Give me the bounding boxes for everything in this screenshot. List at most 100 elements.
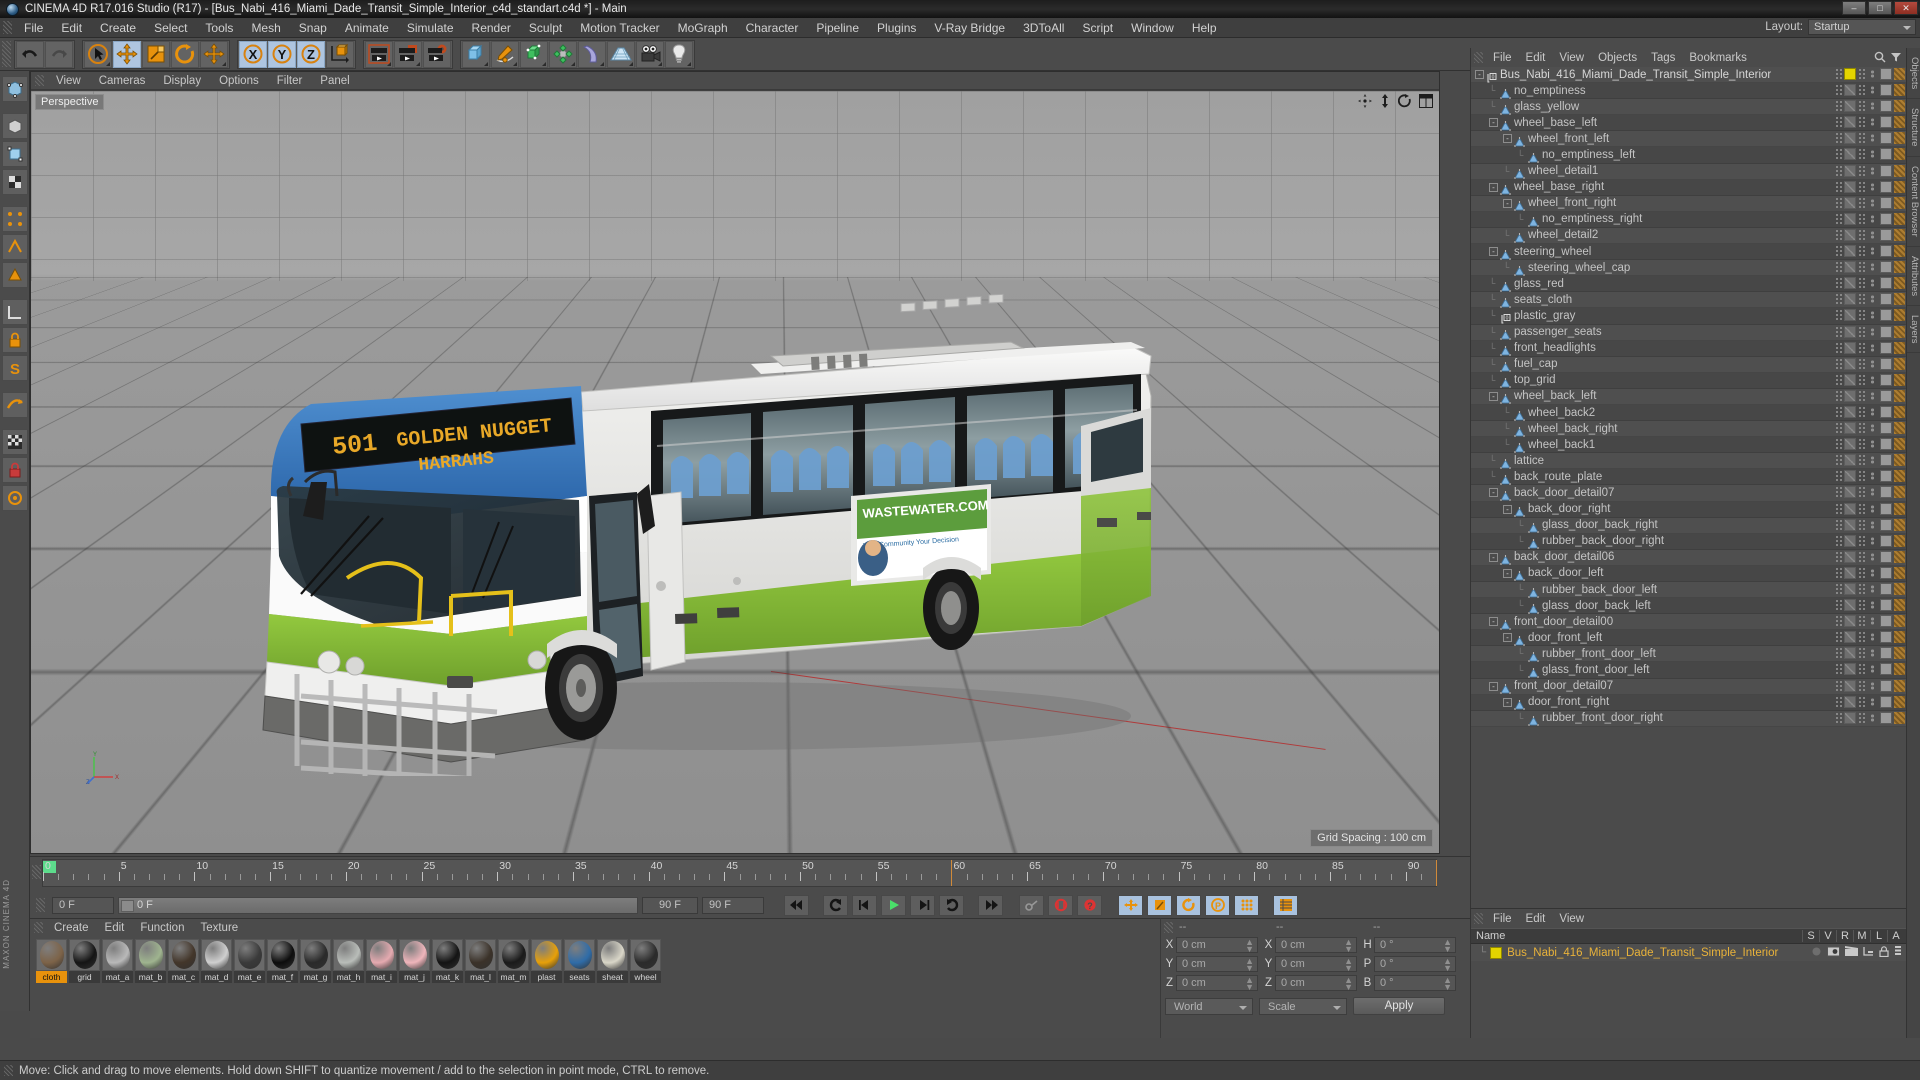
material-preview[interactable]: [234, 939, 265, 971]
object-tree-row[interactable]: - wheel_base_right: [1471, 179, 1907, 196]
layer-color-cell[interactable]: [1894, 164, 1905, 177]
object-manager-menu-file[interactable]: File: [1486, 52, 1519, 64]
tag-dots-icon[interactable]: [1858, 341, 1865, 354]
material-tag-icon[interactable]: [1844, 68, 1856, 80]
preview-end-field[interactable]: 90 F: [702, 896, 764, 914]
layer-color-cell[interactable]: [1894, 454, 1905, 467]
column-header-l[interactable]: L: [1870, 930, 1887, 942]
tag-dots-icon[interactable]: [1835, 518, 1842, 531]
tag-dots-icon[interactable]: [1835, 68, 1842, 80]
snap-button[interactable]: S: [2, 355, 28, 381]
position-z-input[interactable]: 0 cm ▲ ▼: [1176, 975, 1258, 992]
texture-tag-icon[interactable]: [1880, 196, 1892, 209]
material-tag-icon[interactable]: [1844, 438, 1856, 451]
move-duplicate-button[interactable]: [200, 40, 228, 68]
tree-expander[interactable]: -: [1489, 182, 1498, 192]
tag-dots-icon[interactable]: [1835, 357, 1842, 370]
visibility-dot-editor[interactable]: [1867, 100, 1878, 113]
tree-expander[interactable]: -: [1503, 198, 1512, 208]
layer-color-cell[interactable]: [1894, 389, 1905, 402]
material-item[interactable]: mat_a: [102, 939, 133, 983]
tag-dots-icon[interactable]: [1858, 196, 1865, 209]
tree-expander[interactable]: -: [1503, 134, 1512, 144]
material-tag-icon[interactable]: [1844, 196, 1856, 209]
material-tag-icon[interactable]: [1844, 679, 1856, 692]
tag-dots-icon[interactable]: [1858, 502, 1865, 515]
filter-icon[interactable]: [1890, 50, 1902, 68]
object-tree-row[interactable]: └ wheel_back2: [1471, 404, 1907, 422]
layer-color-cell[interactable]: [1894, 261, 1905, 274]
go-to-start-button[interactable]: [784, 894, 809, 916]
material-tag-icon[interactable]: [1844, 615, 1856, 628]
layer-color-cell[interactable]: [1894, 180, 1905, 193]
layer-color-cell[interactable]: [1894, 679, 1905, 692]
tag-dots-icon[interactable]: [1835, 373, 1842, 386]
material-tag-icon[interactable]: [1844, 405, 1856, 418]
tree-expander[interactable]: -: [1489, 488, 1498, 498]
object-tree-row[interactable]: - wheel_back_left: [1471, 388, 1907, 405]
autokeying-button[interactable]: [1019, 894, 1044, 916]
tag-dots-icon[interactable]: [1858, 422, 1865, 435]
tree-expander[interactable]: -: [1489, 391, 1498, 401]
search-icon[interactable]: [1874, 50, 1886, 68]
tag-dots-icon[interactable]: [1835, 277, 1842, 290]
object-tree-row[interactable]: └ no_emptiness: [1471, 83, 1907, 100]
visibility-dot-editor[interactable]: [1867, 663, 1878, 676]
layer-color-cell[interactable]: [1894, 277, 1905, 290]
layer-color-cell[interactable]: [1894, 599, 1905, 612]
material-tag-icon[interactable]: [1844, 325, 1856, 338]
tag-dots-icon[interactable]: [1835, 470, 1842, 483]
layer-color-cell[interactable]: [1894, 663, 1905, 676]
current-frame-field[interactable]: 0 F: [52, 896, 114, 914]
texture-tag-icon[interactable]: [1880, 518, 1892, 531]
material-tag-icon[interactable]: [1844, 454, 1856, 467]
visibility-dot-editor[interactable]: [1867, 389, 1878, 402]
right-tab-attributes[interactable]: Attributes: [1907, 247, 1920, 306]
camera-button[interactable]: [636, 40, 664, 68]
object-tree-row[interactable]: - back_door_right: [1471, 501, 1907, 518]
object-list-row[interactable]: └ Bus_Nabi_416_Miami_Dade_Transit_Simple…: [1471, 944, 1906, 961]
world-object-axis-button[interactable]: [326, 40, 354, 68]
point-mode-button[interactable]: [2, 206, 28, 232]
texture-tag-icon[interactable]: [1880, 534, 1892, 547]
menu-file[interactable]: File: [15, 18, 52, 38]
texture-tag-icon[interactable]: [1880, 261, 1892, 274]
layer-color-cell[interactable]: [1894, 502, 1905, 515]
menu-simulate[interactable]: Simulate: [398, 18, 463, 38]
solo-icon[interactable]: [1811, 944, 1822, 962]
tree-expander[interactable]: -: [1489, 681, 1498, 691]
light-button[interactable]: [665, 40, 693, 68]
texture-tag-icon[interactable]: [1880, 180, 1892, 193]
object-tree-row[interactable]: - back_door_detail06: [1471, 549, 1907, 566]
menu-edit[interactable]: Edit: [52, 18, 91, 38]
tag-dots-icon[interactable]: [1835, 454, 1842, 467]
tag-dots-icon[interactable]: [1835, 534, 1842, 547]
tree-expander[interactable]: -: [1503, 697, 1512, 707]
render-to-picture-viewer-button[interactable]: [394, 40, 422, 68]
animation-icon[interactable]: [1894, 944, 1902, 962]
layer-color-cell[interactable]: [1894, 615, 1905, 628]
make-editable-button[interactable]: [2, 76, 28, 102]
material-item[interactable]: grid: [69, 939, 100, 983]
menu-create[interactable]: Create: [91, 18, 145, 38]
object-tree-row[interactable]: └ steering_wheel_cap: [1471, 260, 1907, 277]
visibility-dot-editor[interactable]: [1867, 116, 1878, 129]
tag-dots-icon[interactable]: [1858, 550, 1865, 563]
visibility-dot-editor[interactable]: [1867, 228, 1878, 241]
visibility-dot-editor[interactable]: [1867, 405, 1878, 418]
texture-tag-icon[interactable]: [1880, 116, 1892, 129]
material-preview[interactable]: [399, 939, 430, 971]
lock-button[interactable]: [2, 457, 28, 483]
tree-expander[interactable]: -: [1489, 552, 1498, 562]
axis-z-button[interactable]: Z: [297, 40, 325, 68]
object-tree-row[interactable]: - wheel_front_right: [1471, 195, 1907, 212]
toolbar-grip[interactable]: [2, 41, 11, 67]
visibility-dot-editor[interactable]: [1867, 68, 1878, 80]
om2-menu-file[interactable]: File: [1486, 913, 1519, 925]
play-forward-loop-button[interactable]: [939, 894, 964, 916]
render-view-button[interactable]: [365, 40, 393, 68]
tag-dots-icon[interactable]: [1858, 389, 1865, 402]
record-keyframe-button[interactable]: [1048, 894, 1073, 916]
tag-dots-icon[interactable]: [1858, 518, 1865, 531]
object-tree-row[interactable]: └ lattice: [1471, 453, 1907, 470]
